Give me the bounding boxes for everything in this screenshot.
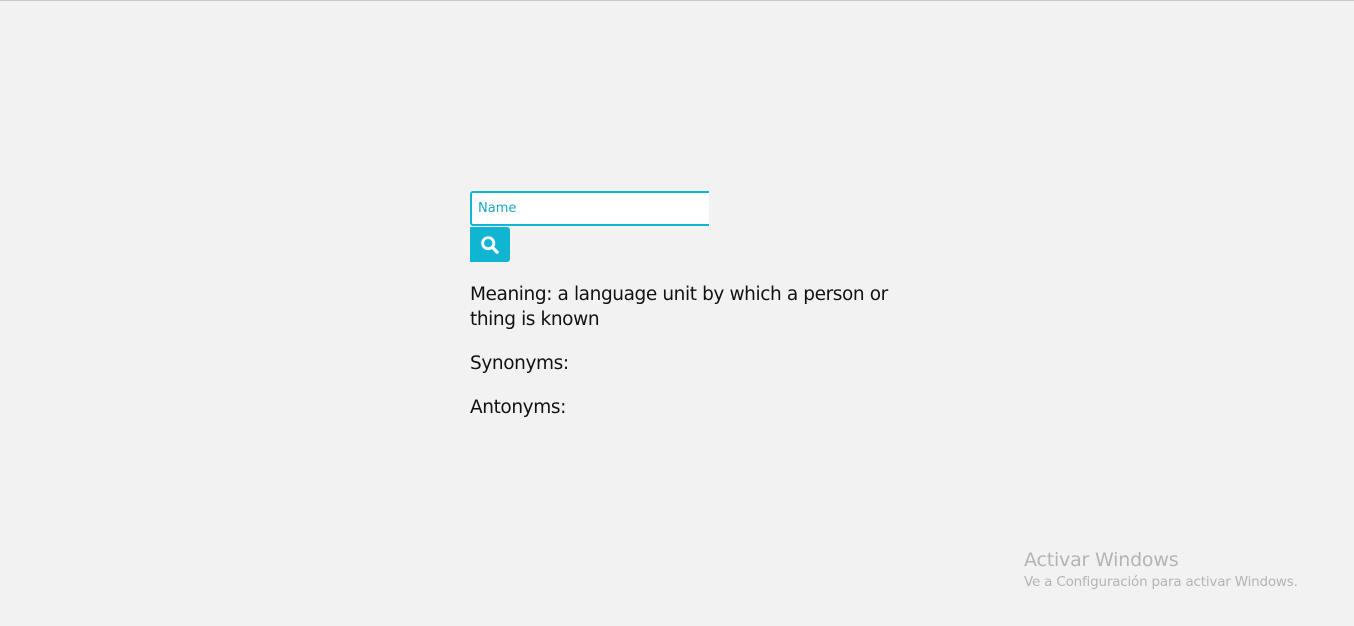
search-button[interactable] (470, 227, 510, 262)
search-input[interactable] (470, 191, 709, 226)
top-divider (0, 0, 1354, 1)
watermark-title: Activar Windows (1024, 549, 1179, 571)
windows-activation-watermark: Activar Windows Ve a Configuración para … (1024, 548, 1298, 593)
search-icon (481, 235, 499, 254)
meaning-text: Meaning: a language unit by which a pers… (470, 284, 888, 330)
watermark-subtitle: Ve a Configuración para activar Windows. (1024, 574, 1298, 590)
synonyms-label: Synonyms: (470, 353, 569, 374)
antonyms-label: Antonyms: (470, 397, 566, 418)
word-result: Meaning: a language unit by which a pers… (470, 282, 900, 439)
